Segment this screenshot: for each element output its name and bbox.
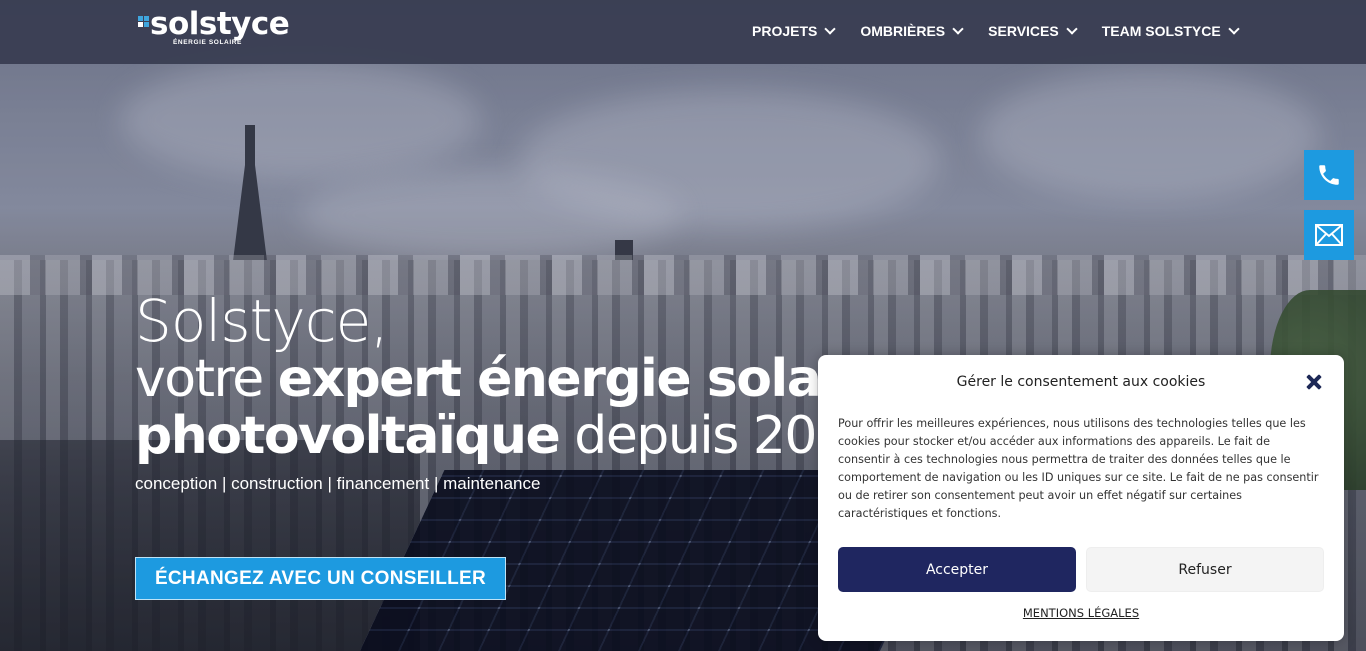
nav-item-team-solstyce[interactable]: TEAM SOLSTYCE <box>1101 23 1240 39</box>
hero-title-bold: photovoltaïque <box>135 406 561 466</box>
nav-item-services[interactable]: SERVICES <box>988 23 1078 39</box>
hero-title-line3: photovoltaïque depuis 2008 <box>135 404 881 468</box>
email-button[interactable] <box>1304 210 1354 260</box>
accept-button[interactable]: Accepter <box>838 547 1076 592</box>
main-nav: PROJETS OMBRIÈRES SERVICES TEAM SOLSTYCE <box>752 23 1264 39</box>
cookie-description: Pour offrir les meilleures expériences, … <box>838 417 1319 520</box>
nav-label: OMBRIÈRES <box>860 23 946 39</box>
phone-button[interactable] <box>1304 150 1354 200</box>
nav-label: PROJETS <box>752 23 818 39</box>
chevron-down-icon <box>952 23 964 35</box>
nav-item-ombrieres[interactable]: OMBRIÈRES <box>860 23 964 39</box>
cookie-title: Gérer le consentement aux cookies <box>956 374 1206 390</box>
hero-title-light: votre <box>135 349 278 409</box>
logo-text: solstyce <box>150 6 290 42</box>
mail-icon <box>1315 224 1343 246</box>
logo-tagline: ÉNERGIE SOLAIRE <box>173 39 242 46</box>
site-header: solstyce ÉNERGIE SOLAIRE PROJETS OMBRIÈR… <box>0 0 1366 64</box>
nav-item-projets[interactable]: PROJETS <box>752 23 837 39</box>
chevron-down-icon <box>824 23 837 35</box>
nav-label: SERVICES <box>988 23 1059 39</box>
hero-tagline: conception | construction | financement … <box>135 474 541 493</box>
contact-advisor-button[interactable]: ÉCHANGEZ AVEC UN CONSEILLER <box>135 557 506 600</box>
hero-title-line2: votre expert énergie solaire <box>135 347 896 411</box>
cookie-consent-dialog: Gérer le consentement aux cookies Pour o… <box>818 355 1344 641</box>
hero-title-line1: Solstyce, <box>135 287 389 355</box>
hero-title-bold: expert énergie solaire <box>277 349 896 409</box>
close-icon[interactable] <box>1304 372 1324 392</box>
phone-icon <box>1319 165 1339 185</box>
legal-notice-link[interactable]: MENTIONS LÉGALES <box>818 606 1344 620</box>
nav-label: TEAM SOLSTYCE <box>1101 23 1221 39</box>
chevron-down-icon <box>1066 23 1078 35</box>
refuse-button[interactable]: Refuser <box>1086 547 1324 592</box>
chevron-down-icon <box>1228 23 1240 35</box>
